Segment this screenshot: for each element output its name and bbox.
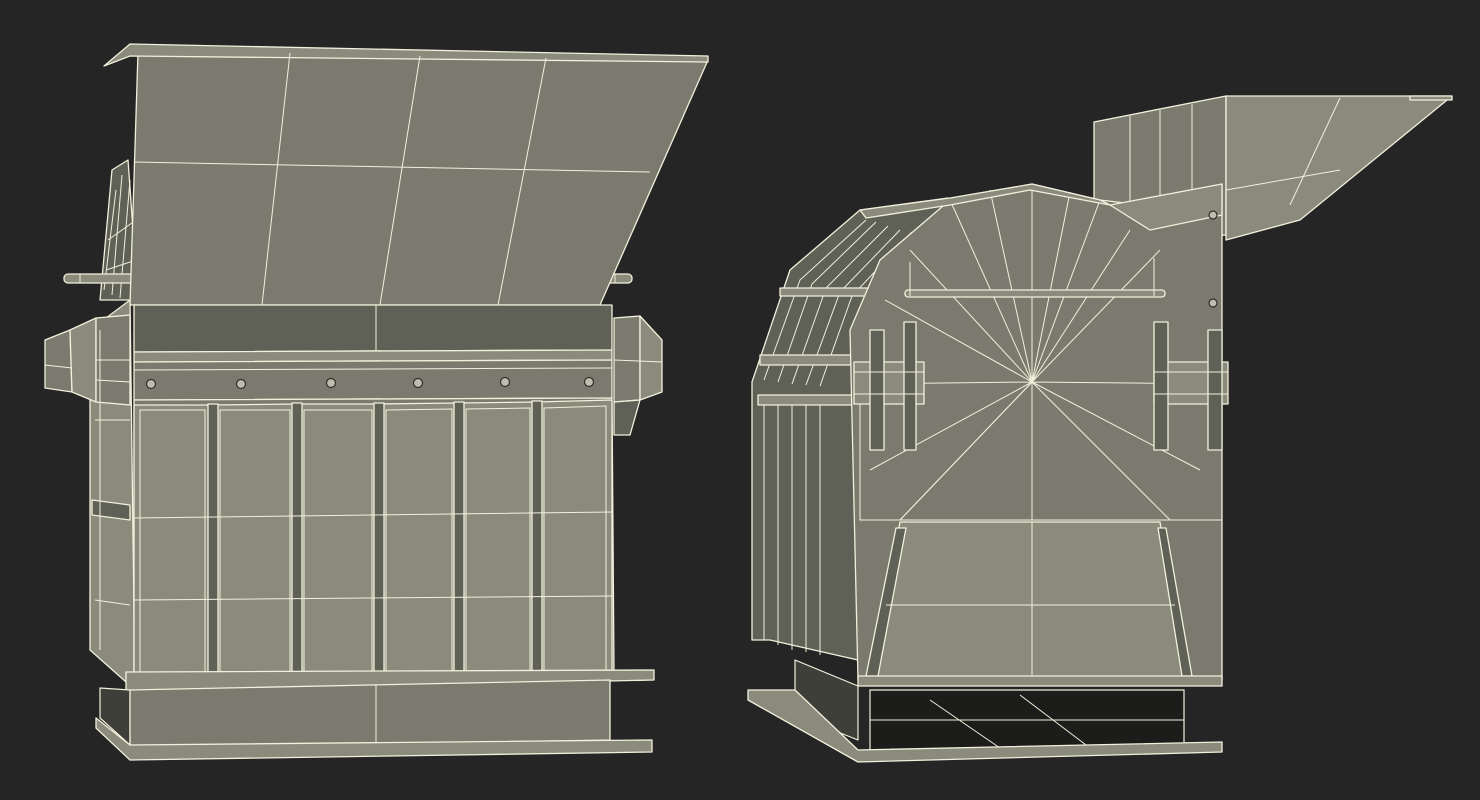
bolt-6 [583, 376, 595, 388]
discharge-chute [865, 521, 1193, 681]
feed-hopper [103, 43, 709, 306]
crusher-front-view [44, 43, 709, 761]
bolt-1 [145, 378, 157, 390]
right-side-housing [613, 315, 663, 436]
bracket-bolt-1 [1208, 210, 1218, 220]
front-body-band [133, 304, 613, 401]
bracket-bolt-2 [1208, 298, 1218, 308]
bolt-5 [499, 376, 511, 388]
bolt-2 [235, 378, 247, 390]
crusher-perspective-view [747, 95, 1453, 763]
front-rib-panels [133, 399, 613, 689]
bolt-4 [412, 377, 424, 389]
front-base [95, 669, 655, 761]
wireframe-render-scene [44, 43, 1453, 763]
bolt-3 [325, 377, 337, 389]
left-side-housing [44, 299, 136, 691]
